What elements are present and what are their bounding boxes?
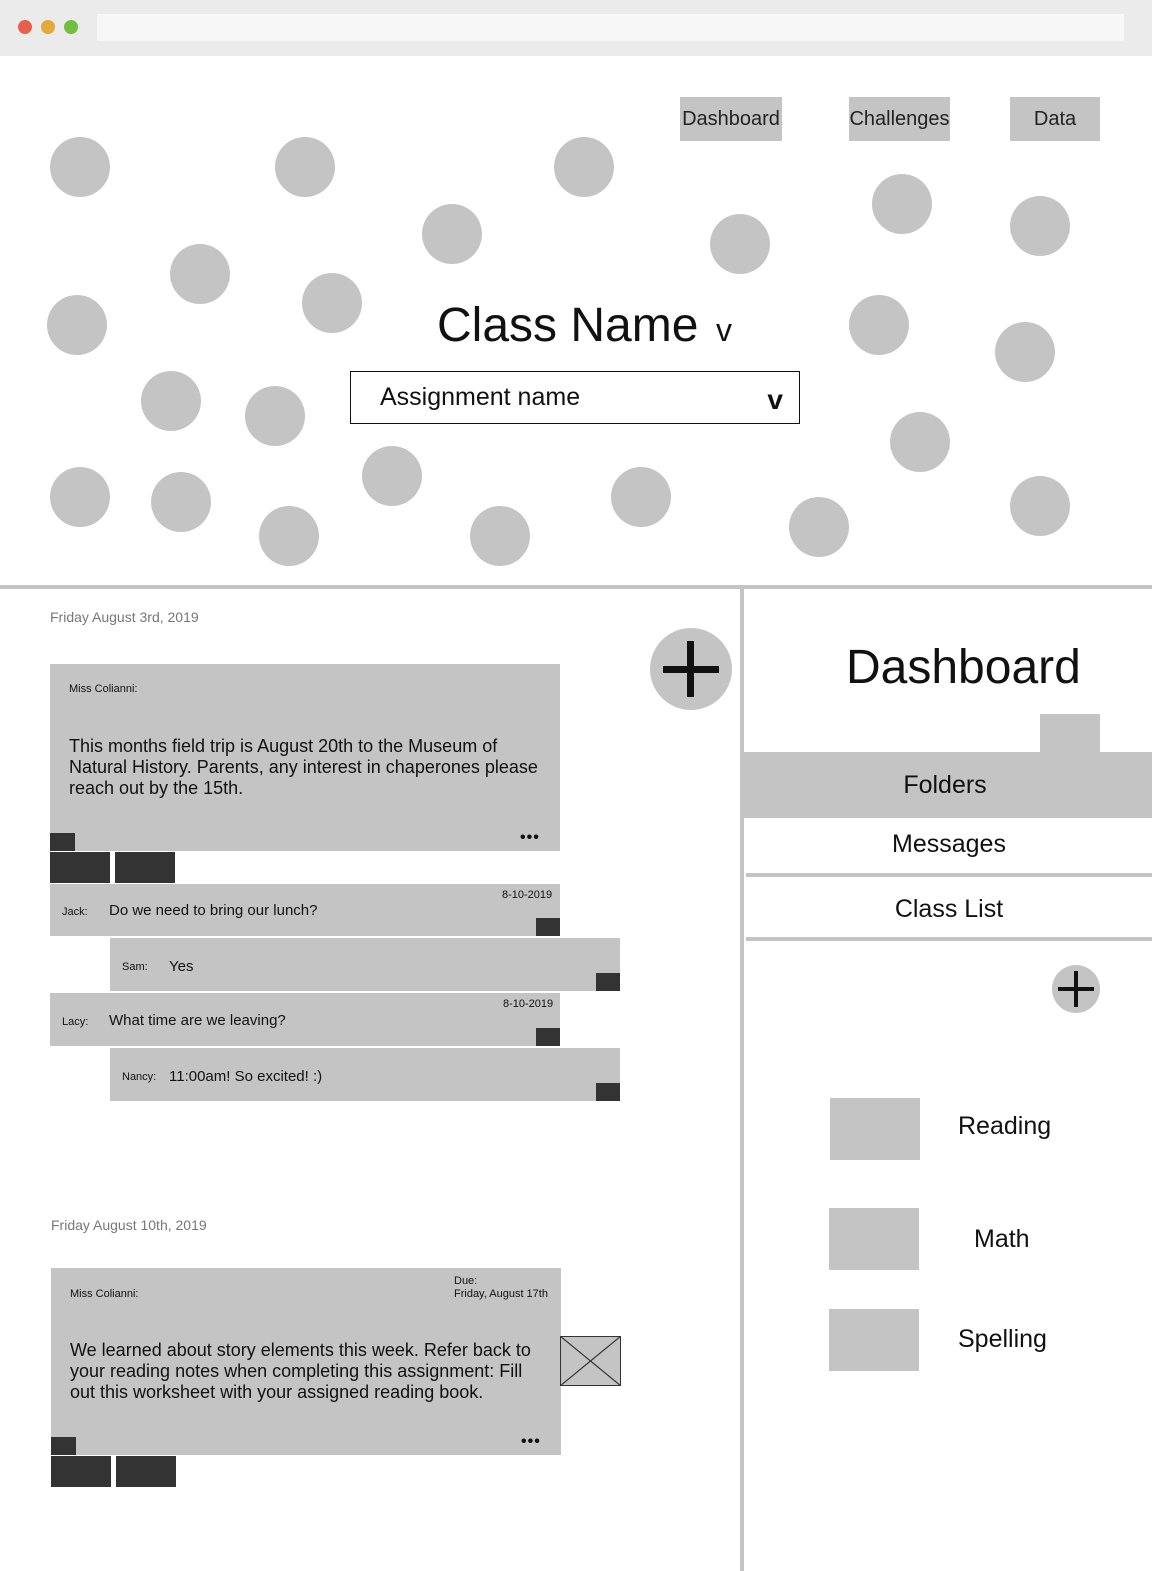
comment-row: Jack: Do we need to bring our lunch? 8-1… [50, 884, 560, 936]
post-date: Friday August 3rd, 2019 [50, 609, 199, 625]
like-button[interactable] [51, 1456, 111, 1487]
student-avatar[interactable] [302, 273, 362, 333]
comment-author: Nancy: [122, 1071, 157, 1083]
like-button[interactable] [50, 852, 110, 883]
student-avatar[interactable] [890, 412, 950, 472]
tab-indicator [1040, 714, 1100, 752]
section-divider [0, 585, 1152, 589]
comment-author: Sam: [122, 961, 148, 973]
class-dropdown-chevron-icon[interactable]: v [716, 312, 732, 349]
comment-text: What time are we leaving? [109, 1012, 286, 1029]
folder-math[interactable]: Math [974, 1225, 1030, 1254]
address-bar[interactable] [97, 14, 1124, 41]
student-avatar[interactable] [1010, 476, 1070, 536]
tab-divider [746, 937, 1152, 941]
student-avatar[interactable] [789, 497, 849, 557]
student-avatar[interactable] [995, 322, 1055, 382]
student-avatar[interactable] [554, 137, 614, 197]
student-avatar[interactable] [151, 472, 211, 532]
reaction-icon[interactable] [50, 833, 75, 851]
student-avatar[interactable] [245, 386, 305, 446]
folder-thumbnail[interactable] [829, 1309, 919, 1371]
tab-folders[interactable]: Folders [744, 752, 1152, 818]
comment-row: Lacy: What time are we leaving? 8-10-201… [50, 993, 560, 1046]
ellipsis-icon[interactable]: ••• [520, 829, 540, 847]
reaction-icon[interactable] [51, 1437, 76, 1455]
panel-divider [740, 589, 744, 1571]
reply-button[interactable] [116, 1456, 176, 1487]
due-label: Due: [454, 1275, 478, 1287]
reply-action-icon[interactable] [536, 1028, 560, 1046]
nav-challenges-button[interactable]: Challenges [849, 97, 950, 141]
student-avatar[interactable] [275, 137, 335, 197]
comment-text: 11:00am! So excited! :) [169, 1068, 323, 1085]
comment-date: 8-10-2019 [503, 998, 554, 1010]
image-placeholder-icon[interactable] [559, 1335, 622, 1387]
folder-thumbnail[interactable] [830, 1098, 920, 1160]
browser-chrome [0, 0, 1152, 56]
ellipsis-icon[interactable]: ••• [521, 1433, 541, 1451]
nav-dashboard-button[interactable]: Dashboard [680, 97, 782, 141]
reply-action-icon[interactable] [536, 918, 560, 936]
student-avatar[interactable] [259, 506, 319, 566]
student-avatar[interactable] [849, 295, 909, 355]
student-avatar[interactable] [50, 467, 110, 527]
comment-author: Jack: [62, 906, 88, 918]
student-avatar[interactable] [141, 371, 201, 431]
tab-messages[interactable]: Messages [746, 813, 1152, 875]
comment-row: Nancy: 11:00am! So excited! :) [110, 1048, 620, 1101]
post-author: Miss Colianni: [70, 1288, 139, 1300]
post-date: Friday August 10th, 2019 [51, 1217, 207, 1233]
reply-action-icon[interactable] [596, 1083, 620, 1101]
assignment-card: Miss Colianni: Due: Friday, August 17th … [51, 1268, 561, 1455]
comment-author: Lacy: [62, 1016, 89, 1028]
maximize-window-button[interactable] [64, 20, 78, 34]
student-avatar[interactable] [611, 467, 671, 527]
folder-spelling[interactable]: Spelling [958, 1325, 1047, 1354]
student-avatar[interactable] [422, 204, 482, 264]
reply-action-icon[interactable] [596, 973, 620, 991]
comment-row: Sam: Yes [110, 938, 620, 991]
close-window-button[interactable] [18, 20, 32, 34]
student-avatar[interactable] [47, 295, 107, 355]
assignment-select-label: Assignment name [380, 383, 581, 411]
nav-data-button[interactable]: Data [1010, 97, 1100, 141]
comment-text: Yes [169, 958, 194, 975]
announcement-card: Miss Colianni: This months field trip is… [50, 664, 560, 851]
add-post-button[interactable] [650, 628, 732, 710]
student-avatar[interactable] [170, 244, 230, 304]
post-author: Miss Colianni: [69, 683, 138, 695]
tab-divider [746, 873, 1152, 877]
folder-thumbnail[interactable] [829, 1208, 919, 1270]
comment-date: 8-10-2019 [502, 889, 553, 901]
add-folder-button[interactable] [1052, 965, 1100, 1013]
minimize-window-button[interactable] [41, 20, 55, 34]
due-date: Friday, August 17th [454, 1288, 548, 1300]
reply-button[interactable] [115, 852, 175, 883]
assignment-select[interactable]: Assignment name v [350, 371, 800, 424]
class-name-title: Class Name [437, 299, 699, 352]
student-avatar[interactable] [710, 214, 770, 274]
sidebar-title: Dashboard [846, 641, 1081, 694]
comment-text: Do we need to bring our lunch? [109, 902, 318, 919]
post-body: This months field trip is August 20th to… [69, 736, 538, 798]
tab-class-list[interactable]: Class List [746, 878, 1152, 940]
student-avatar[interactable] [470, 506, 530, 566]
post-body: We learned about story elements this wee… [70, 1340, 531, 1402]
chevron-down-icon: v [767, 384, 783, 415]
student-avatar[interactable] [872, 174, 932, 234]
student-avatar[interactable] [50, 137, 110, 197]
student-avatar[interactable] [1010, 196, 1070, 256]
student-avatar[interactable] [362, 446, 422, 506]
folder-reading[interactable]: Reading [958, 1112, 1051, 1141]
